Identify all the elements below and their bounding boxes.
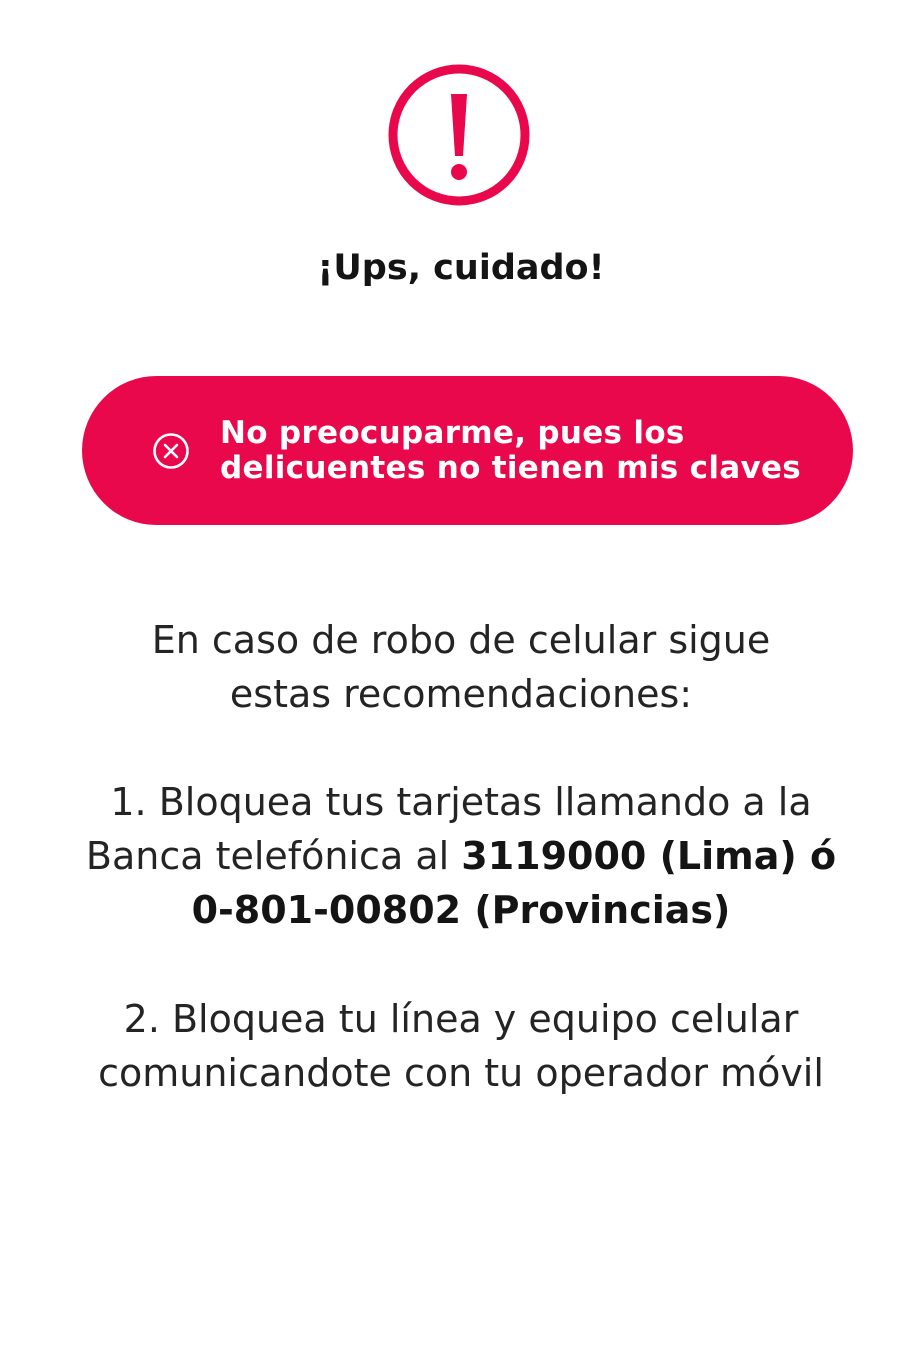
recommendation-step-2: 2. Bloquea tu línea y equipo celular com… <box>30 992 892 1100</box>
selected-answer-button[interactable]: No preocuparme, pues los delicuentes no … <box>82 376 853 525</box>
step-2-line-1: 2. Bloquea tu línea y equipo celular <box>123 997 799 1041</box>
intro-line-1: En caso de robo de celular sigue <box>151 618 771 662</box>
answer-label-line-2: delicuentes no tienen mis claves <box>220 449 802 486</box>
answer-button-label: No preocuparme, pues los delicuentes no … <box>220 414 802 486</box>
recommendations-intro: En caso de robo de celular sigue estas r… <box>30 613 892 721</box>
step-1-line-2: Banca telefónica al 3119000 (Lima) ó <box>30 829 892 883</box>
close-circle-icon <box>153 432 189 469</box>
lima-phone-number: 3119000 (Lima) ó <box>461 834 837 878</box>
intro-line-2: estas recomendaciones: <box>229 672 693 716</box>
step-1-line-1: 1. Bloquea tus tarjetas llamando a la <box>110 780 812 824</box>
fraud-warning-screen: ¡Ups, cuidado! No preocuparme, pues los … <box>0 0 922 1364</box>
provinces-phone-number: 0-801-00802 (Provincias) <box>191 888 731 932</box>
warning-title: ¡Ups, cuidado! <box>317 248 605 288</box>
exclamation-circle-icon <box>388 64 530 206</box>
recommendation-step-1: 1. Bloquea tus tarjetas llamando a la Ba… <box>30 775 892 937</box>
step-1-text: Banca telefónica al <box>85 834 462 878</box>
step-2-line-2: comunicandote con tu operador móvil <box>98 1051 824 1095</box>
answer-label-line-1: No preocuparme, pues los <box>220 414 685 451</box>
step-1-line-3: 0-801-00802 (Provincias) <box>30 883 892 937</box>
